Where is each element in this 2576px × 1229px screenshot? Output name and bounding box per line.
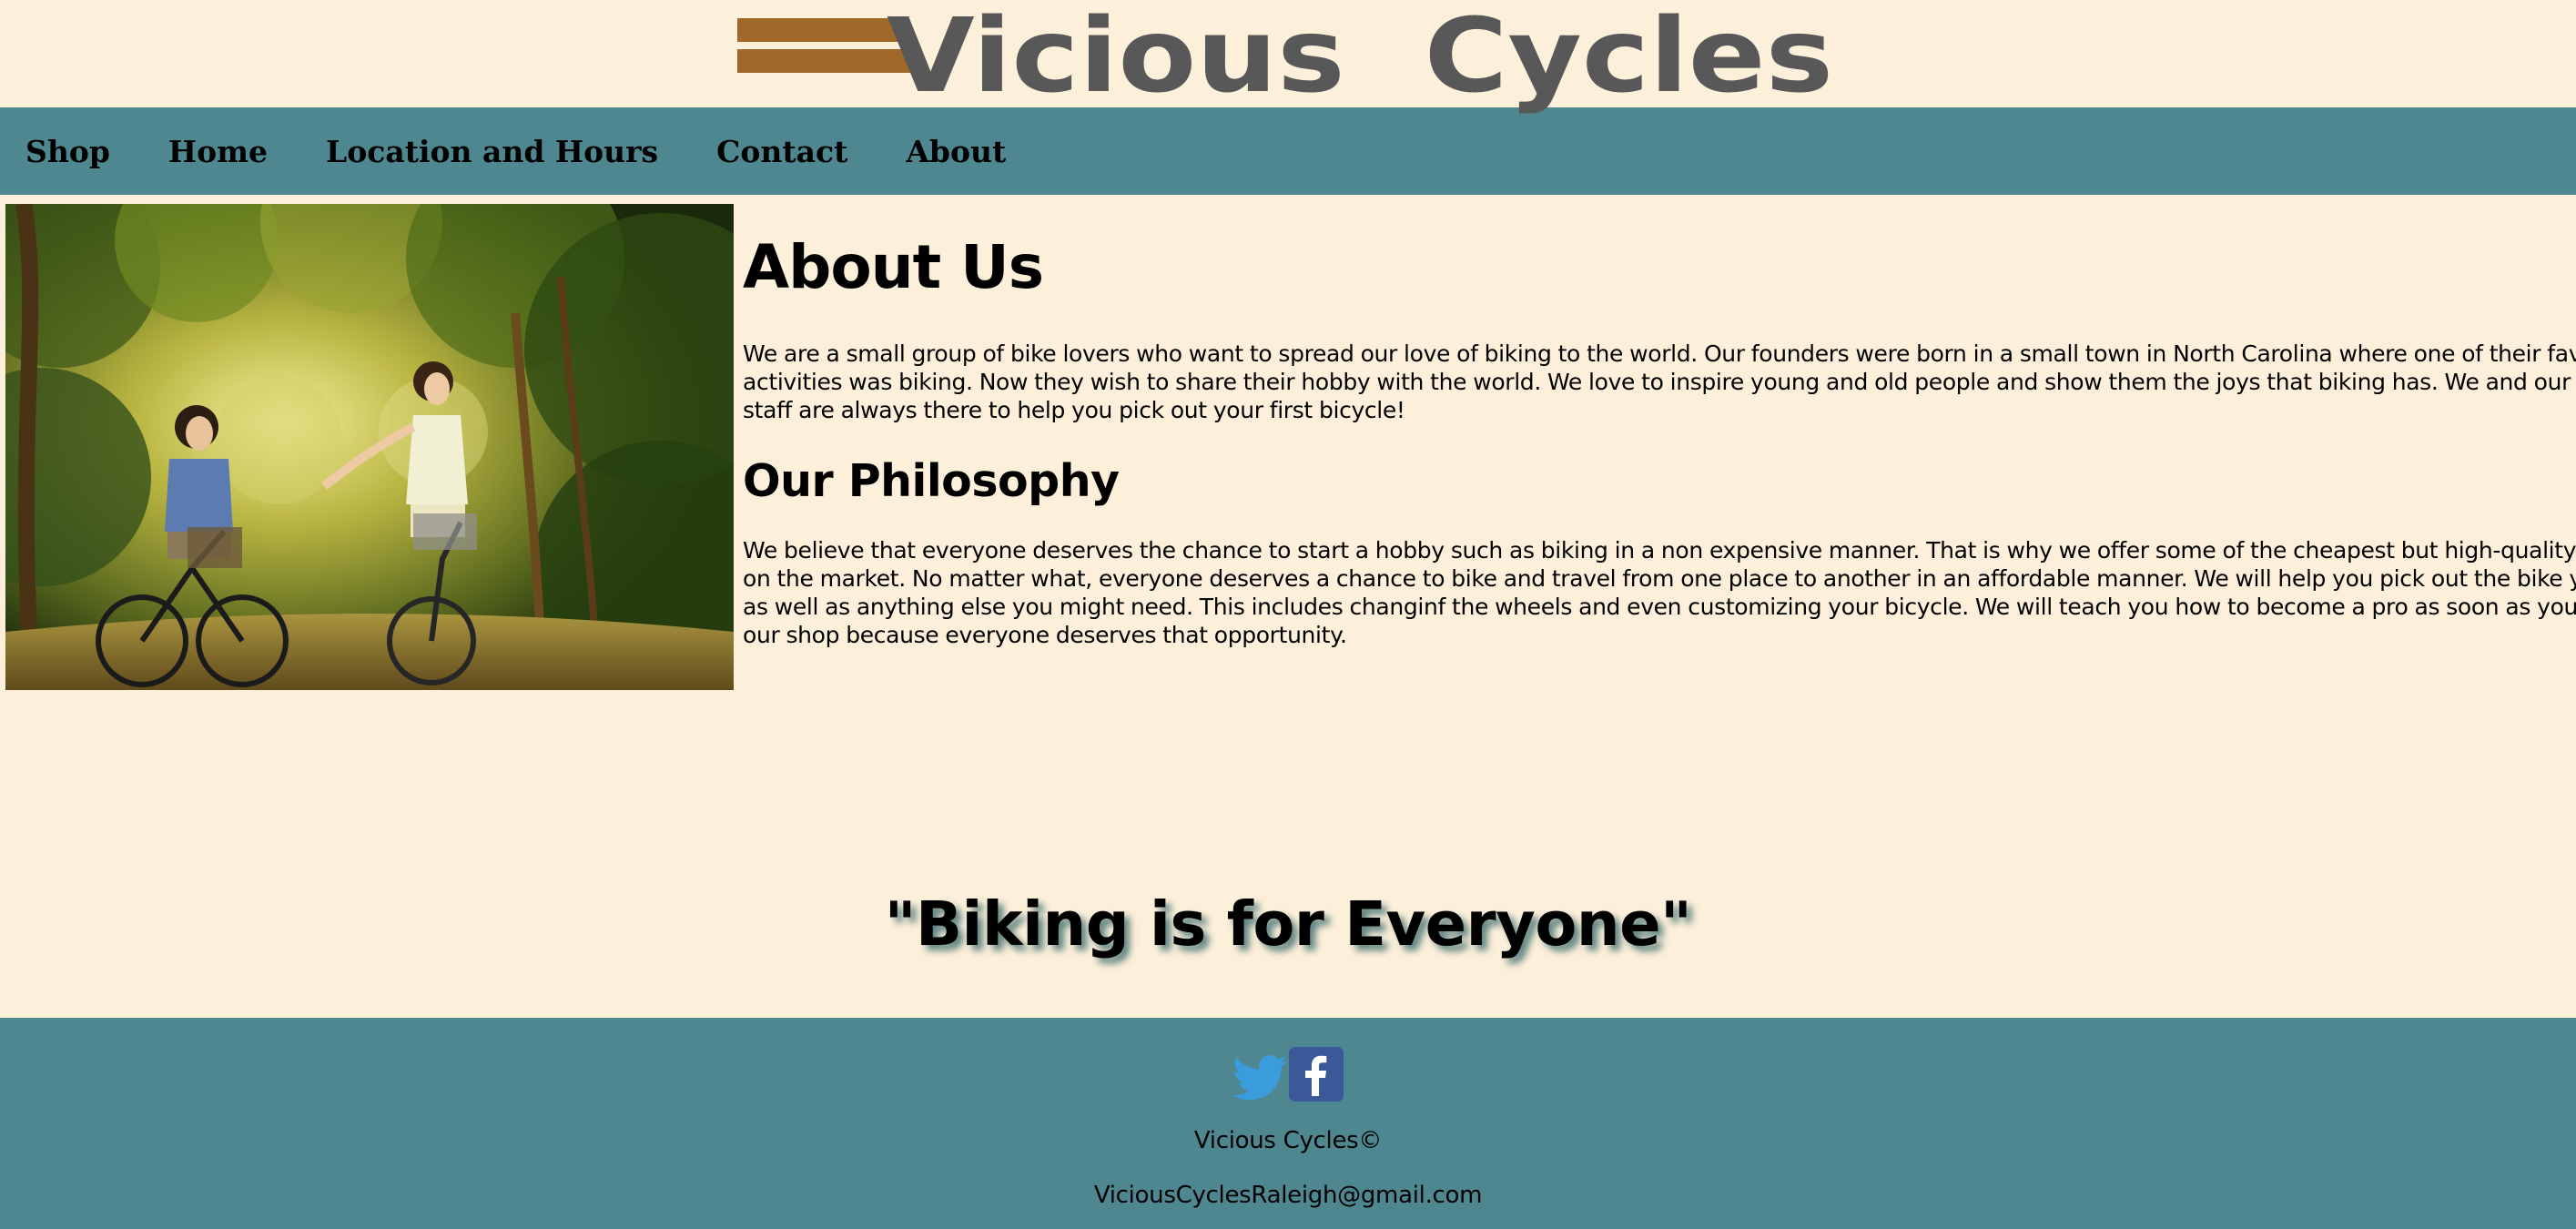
about-us-heading: About Us [743, 232, 1044, 302]
about-paragraph-line: staff are always there to help you pick … [743, 396, 1405, 423]
social-links [0, 1018, 2576, 1102]
philosophy-paragraph-line: on the market. No matter what, everyone … [743, 565, 2576, 593]
nav-home[interactable]: Home [168, 134, 268, 169]
logo-wordmark: Vicious Cycles [887, 0, 1833, 116]
our-philosophy-heading: Our Philosophy [743, 454, 1120, 507]
footer-email[interactable]: ViciousCyclesRaleigh@gmail.com [0, 1182, 2576, 1209]
tagline: "Biking is for Everyone" [884, 889, 1692, 960]
logo-stripe-top [737, 18, 901, 42]
philosophy-paragraph-line: as well as anything else you might need.… [743, 594, 2576, 621]
philosophy-paragraph-line: We believe that everyone deserves the ch… [743, 537, 2576, 564]
nav-location-and-hours[interactable]: Location and Hours [326, 134, 658, 169]
vicious-cycles-logo[interactable]: Vicious Cycles [737, 0, 1848, 116]
about-paragraph-line: We are a small group of bike lovers who … [743, 340, 2576, 367]
main-navigation: Shop Home Location and Hours Contact Abo… [0, 107, 2576, 195]
site-header: Vicious Cycles [0, 0, 2576, 116]
main-content: About Us We are a small group of bike lo… [0, 195, 2576, 1018]
philosophy-paragraph-line: our shop because everyone deserves that … [743, 622, 1347, 649]
site-footer: Vicious Cycles© ViciousCyclesRaleigh@gma… [0, 1018, 2576, 1229]
nav-contact[interactable]: Contact [716, 134, 847, 169]
hero-photo-cyclists [5, 204, 734, 690]
about-us-paragraph: We are a small group of bike lovers who … [743, 340, 2576, 424]
about-paragraph-line: activities was biking. Now they wish to … [743, 368, 2576, 395]
about-section: About Us We are a small group of bike lo… [743, 232, 2576, 649]
twitter-bird-icon [1232, 1055, 1287, 1101]
nav-about[interactable]: About [906, 134, 1006, 169]
footer-brand: Vicious Cycles© [1193, 1127, 1383, 1154]
nav-shop[interactable]: Shop [25, 134, 110, 169]
twitter-link[interactable] [1232, 1054, 1287, 1102]
facebook-link[interactable] [1289, 1047, 1344, 1102]
philosophy-paragraph: We believe that everyone deserves the ch… [743, 536, 2576, 649]
facebook-f-icon [1289, 1047, 1344, 1102]
